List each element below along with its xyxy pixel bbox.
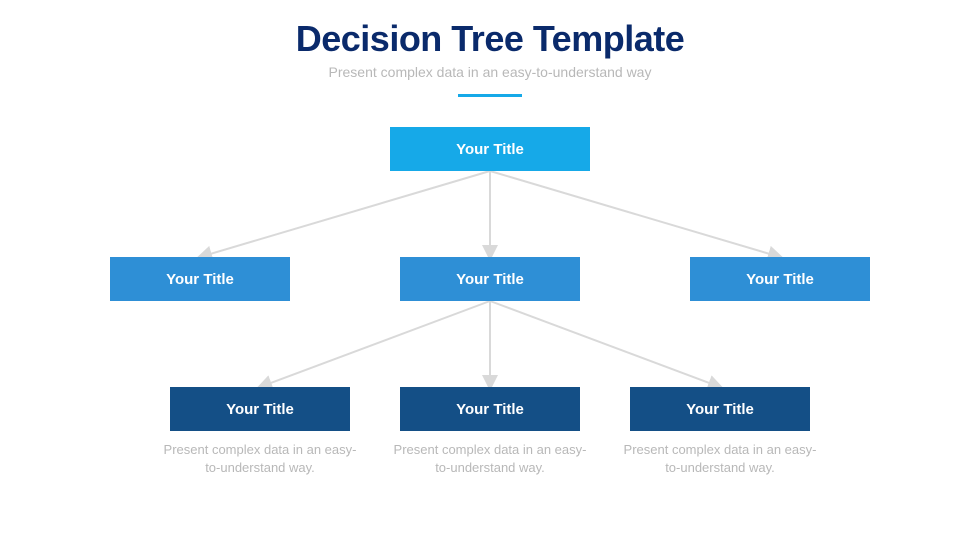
caption-2: Present complex data in an easy-to-under… <box>390 441 590 476</box>
node-l2a: Your Title <box>170 387 350 431</box>
diagram-canvas: Your Title Your Title Your Title Your Ti… <box>0 97 980 527</box>
node-l2c: Your Title <box>630 387 810 431</box>
caption-3: Present complex data in an easy-to-under… <box>620 441 820 476</box>
page-subtitle: Present complex data in an easy-to-under… <box>0 64 980 80</box>
node-root: Your Title <box>390 127 590 171</box>
caption-1: Present complex data in an easy-to-under… <box>160 441 360 476</box>
page-title: Decision Tree Template <box>0 18 980 60</box>
node-l1c: Your Title <box>690 257 870 301</box>
node-l1b: Your Title <box>400 257 580 301</box>
header: Decision Tree Template Present complex d… <box>0 0 980 97</box>
node-l1a: Your Title <box>110 257 290 301</box>
node-l2b: Your Title <box>400 387 580 431</box>
